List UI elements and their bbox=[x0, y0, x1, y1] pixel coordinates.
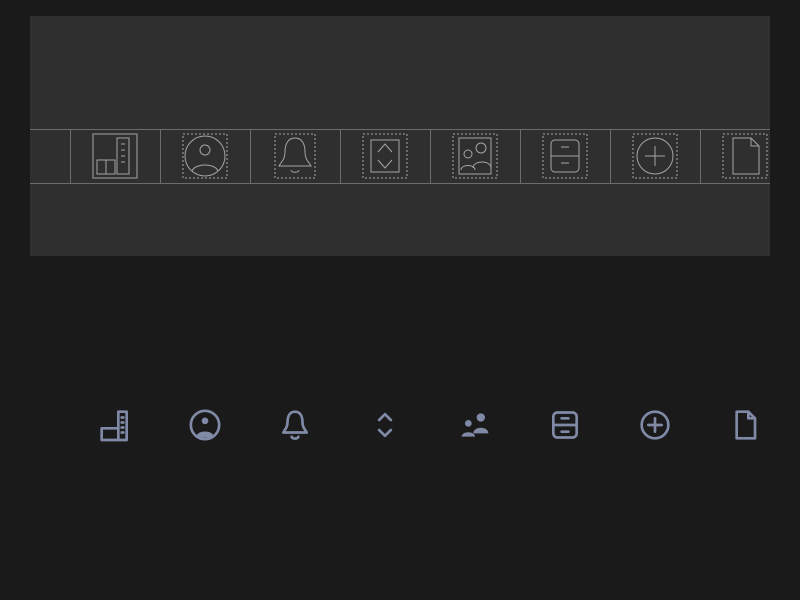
file-icon[interactable] bbox=[700, 400, 790, 450]
wireframe-panel[interactable] bbox=[30, 16, 770, 256]
add-circle-icon[interactable] bbox=[610, 134, 700, 178]
bell-icon[interactable] bbox=[250, 134, 340, 178]
expand-collapse-icon[interactable] bbox=[340, 134, 430, 178]
archive-drawer-icon[interactable] bbox=[520, 400, 610, 450]
wireframe-icon-row bbox=[30, 134, 770, 184]
building-icon[interactable] bbox=[70, 134, 160, 178]
archive-drawer-icon[interactable] bbox=[520, 134, 610, 178]
people-icon[interactable] bbox=[430, 400, 520, 450]
file-icon[interactable] bbox=[700, 134, 790, 178]
account-circle-icon[interactable] bbox=[160, 134, 250, 178]
people-icon[interactable] bbox=[430, 134, 520, 178]
add-circle-icon[interactable] bbox=[610, 400, 700, 450]
expand-collapse-icon[interactable] bbox=[340, 400, 430, 450]
bell-icon[interactable] bbox=[250, 400, 340, 450]
building-icon[interactable] bbox=[70, 400, 160, 450]
account-circle-icon[interactable] bbox=[160, 400, 250, 450]
solid-icon-row bbox=[0, 400, 800, 480]
